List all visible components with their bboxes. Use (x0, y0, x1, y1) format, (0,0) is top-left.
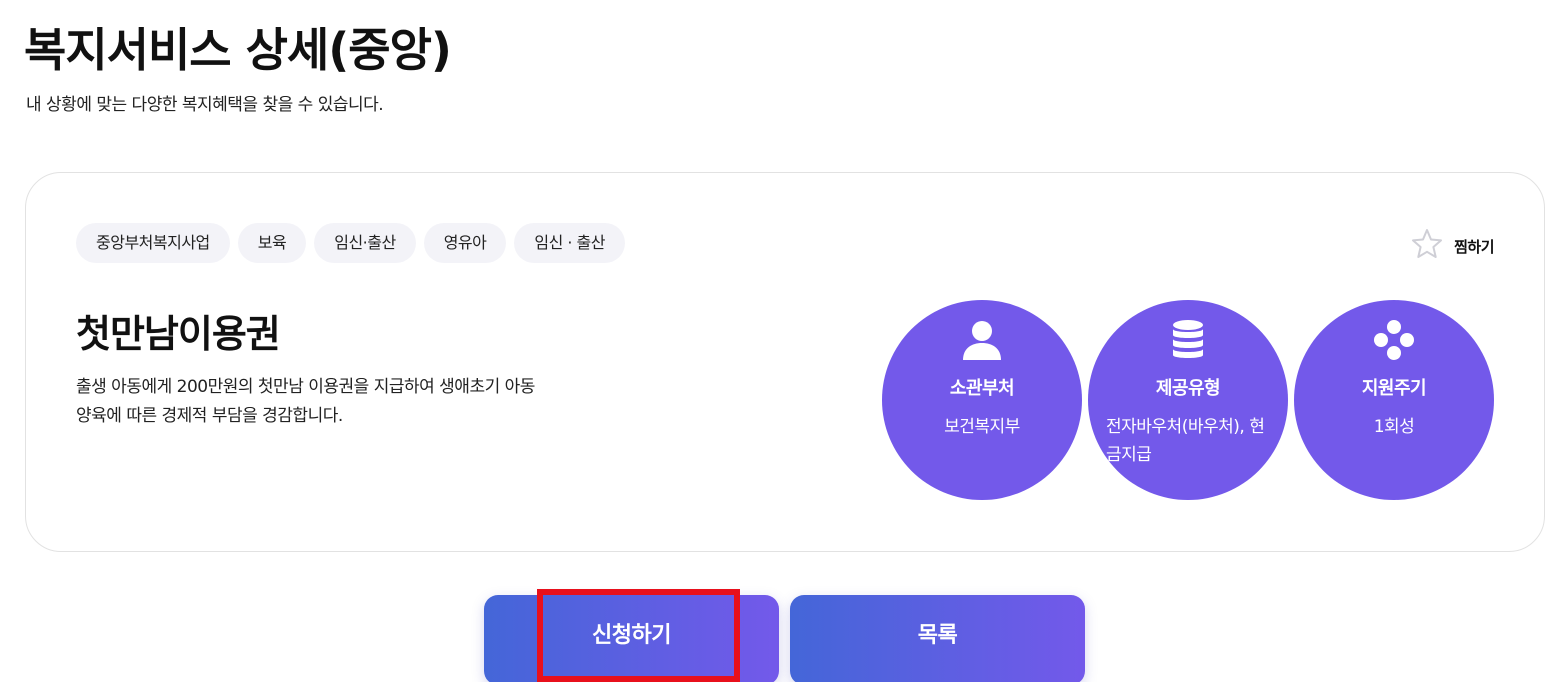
page-subtitle: 내 상황에 맞는 다양한 복지혜택을 찾을 수 있습니다. (26, 95, 384, 115)
star-outline-icon (1410, 227, 1444, 265)
info-circle-support-cycle: 지원주기 1회성 (1294, 300, 1494, 500)
apply-button[interactable]: 신청하기 (484, 595, 779, 682)
info-label: 지원주기 (1361, 378, 1427, 399)
info-label: 제공유형 (1155, 378, 1221, 399)
info-circle-provision-type: 제공유형 전자바우처(바우처), 현금지급 (1088, 300, 1288, 500)
info-value: 1회성 (1373, 417, 1415, 437)
favorite-button[interactable]: 찜하기 (1410, 227, 1494, 265)
tag-list: 중앙부처복지사업 보육 임신·출산 영유아 임신 · 출산 (76, 223, 625, 263)
tag-item[interactable]: 보육 (237, 223, 307, 263)
tag-item[interactable]: 임신·출산 (314, 223, 416, 263)
service-name: 첫만남이용권 (76, 312, 281, 356)
page-title: 복지서비스 상세(중앙) (24, 23, 452, 77)
info-label: 소관부처 (949, 378, 1015, 399)
info-circle-department: 소관부처 보건복지부 (882, 300, 1082, 500)
coin-stack-icon (1088, 318, 1288, 362)
tag-item[interactable]: 중앙부처복지사업 (76, 223, 230, 263)
favorite-label: 찜하기 (1454, 237, 1494, 256)
list-button[interactable]: 목록 (790, 595, 1085, 682)
person-icon (882, 318, 1082, 362)
tag-item[interactable]: 영유아 (423, 223, 507, 263)
service-detail-card: 중앙부처복지사업 보육 임신·출산 영유아 임신 · 출산 찜하기 첫만남이용권… (25, 172, 1545, 552)
four-dots-icon (1294, 318, 1494, 362)
info-value: 전자바우처(바우처), 현금지급 (1106, 417, 1265, 465)
tag-item[interactable]: 임신 · 출산 (514, 223, 625, 263)
info-value: 보건복지부 (944, 417, 1020, 437)
service-description: 출생 아동에게 200만원의 첫만남 이용권을 지급하여 생애초기 아동양육에 … (76, 377, 535, 426)
